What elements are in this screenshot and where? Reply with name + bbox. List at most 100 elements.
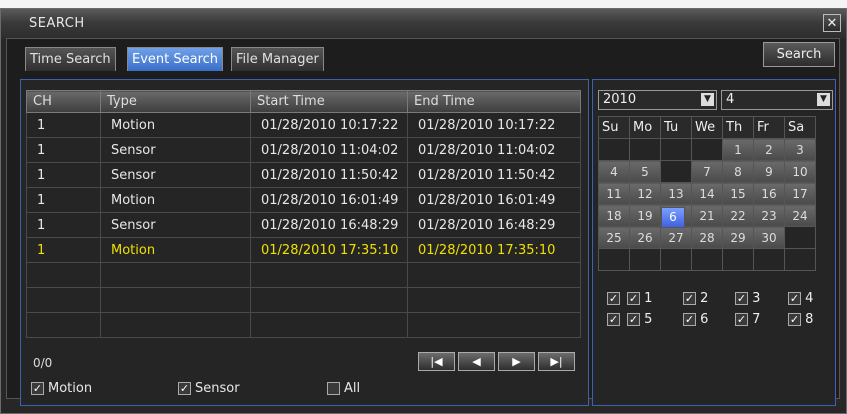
prev-page-button[interactable]: ◀ <box>458 352 495 371</box>
weekday-label: Th <box>722 116 754 139</box>
first-page-button[interactable]: |◀ <box>418 352 455 371</box>
checkbox-icon[interactable]: ✓ <box>178 382 191 395</box>
channel-checkbox-1[interactable]: ✓ 1 <box>627 291 652 306</box>
checkbox-icon[interactable]: ✓ <box>627 292 640 305</box>
month-select[interactable]: 4 ▼ <box>721 90 833 110</box>
column-header[interactable]: End Time <box>407 90 581 113</box>
next-page-icon: ▶ <box>512 355 521 368</box>
calendar-day[interactable]: 29 <box>722 226 754 249</box>
checkbox-icon[interactable]: ✓ <box>607 313 620 326</box>
weekday-label: We <box>691 116 723 139</box>
column-header[interactable]: Start Time <box>250 90 408 113</box>
column-header[interactable]: CH <box>26 90 101 113</box>
calendar-day[interactable]: 4 <box>598 160 630 183</box>
channel-checkbox-4[interactable]: ✓ 4 <box>788 291 813 306</box>
channel-checkbox-2[interactable]: ✓ 2 <box>683 291 708 306</box>
calendar-day[interactable]: 18 <box>598 204 630 227</box>
calendar-day[interactable]: 25 <box>598 226 630 249</box>
calendar-day[interactable]: 7 <box>691 160 723 183</box>
first-page-icon: |◀ <box>430 355 443 368</box>
calendar-day[interactable]: 5 <box>629 160 661 183</box>
table-row[interactable] <box>26 262 581 288</box>
channel-checkbox-3[interactable]: ✓ 3 <box>735 291 760 306</box>
checkbox-icon[interactable]: ✓ <box>627 313 640 326</box>
table-cell: 01/28/2010 11:50:42 <box>250 162 408 188</box>
table-row[interactable]: 1 Sensor 01/28/2010 11:50:42 01/28/2010 11:… <box>26 162 581 188</box>
calendar-day[interactable]: 17 <box>784 182 816 205</box>
channel-group-checkbox[interactable]: ✓ <box>607 291 620 306</box>
channel-checkbox-7[interactable]: ✓ 7 <box>735 312 760 327</box>
checkbox-icon[interactable]: ✓ <box>31 382 44 395</box>
calendar-empty-cell <box>629 138 661 161</box>
calendar-day[interactable]: 15 <box>722 182 754 205</box>
filter-sensor[interactable]: ✓ Sensor <box>178 381 240 396</box>
calendar-day[interactable]: 14 <box>691 182 723 205</box>
calendar-day[interactable]: 22 <box>722 204 754 227</box>
table-row[interactable]: 1 Motion 01/28/2010 16:01:49 01/28/2010 16:… <box>26 187 581 213</box>
close-button[interactable]: ✕ <box>823 14 841 32</box>
table-cell: Motion <box>100 237 251 263</box>
column-header[interactable]: Type <box>100 90 251 113</box>
calendar-empty-cell <box>660 248 692 271</box>
calendar-day[interactable]: 12 <box>629 182 661 205</box>
calendar-day[interactable]: 23 <box>753 204 785 227</box>
table-row[interactable] <box>26 287 581 313</box>
last-page-button[interactable]: ▶| <box>538 352 575 371</box>
tab-event-search[interactable]: Event Search <box>127 47 224 71</box>
checkbox-icon[interactable]: ✓ <box>683 313 696 326</box>
tab-file-manager[interactable]: File Manager <box>231 47 324 71</box>
calendar-day[interactable]: 11 <box>598 182 630 205</box>
calendar-week: 25 26 27 28 29 30 <box>598 226 816 249</box>
prev-page-icon: ◀ <box>472 355 481 368</box>
calendar-day[interactable]: 28 <box>691 226 723 249</box>
channel-checkbox-8[interactable]: ✓ 8 <box>788 312 813 327</box>
calendar-day[interactable]: 2 <box>753 138 785 161</box>
calendar-day[interactable]: 6 <box>661 206 685 228</box>
channel-label: 7 <box>752 312 761 327</box>
checkbox-icon[interactable]: ✓ <box>788 292 801 305</box>
checkbox-icon[interactable]: ✓ <box>788 313 801 326</box>
table-row[interactable]: 1 Sensor 01/28/2010 11:04:02 01/28/2010 11:… <box>26 137 581 163</box>
calendar-day[interactable]: 10 <box>784 160 816 183</box>
year-select[interactable]: 2010 ▼ <box>598 90 717 110</box>
calendar-day[interactable]: 24 <box>784 204 816 227</box>
table-cell: 01/28/2010 10:17:22 <box>407 112 581 138</box>
table-cell: 01/28/2010 10:17:22 <box>250 112 408 138</box>
calendar-day[interactable]: 9 <box>753 160 785 183</box>
table-row[interactable]: 1 Motion 01/28/2010 10:17:22 01/28/2010 10:… <box>26 112 581 138</box>
table-cell: 1 <box>26 112 101 138</box>
table-header: CH Type Start Time End Time <box>26 90 581 113</box>
filter-all[interactable]: All <box>327 381 360 396</box>
calendar-day[interactable]: 21 <box>691 204 723 227</box>
year-value: 2010 <box>603 92 637 107</box>
calendar-day[interactable]: 16 <box>753 182 785 205</box>
channel-checkbox-6[interactable]: ✓ 6 <box>683 312 708 327</box>
calendar-day[interactable]: 3 <box>784 138 816 161</box>
table-cell: 1 <box>26 237 101 263</box>
calendar-week <box>598 248 816 271</box>
checkbox-icon[interactable]: ✓ <box>683 292 696 305</box>
calendar-day[interactable]: 1 <box>722 138 754 161</box>
table-row[interactable]: 1 Sensor 01/28/2010 16:48:29 01/28/2010 16:… <box>26 212 581 238</box>
tab-time-search[interactable]: Time Search <box>25 47 116 71</box>
table-row[interactable] <box>26 312 581 338</box>
weekday-label: Fr <box>753 116 785 139</box>
calendar-day[interactable]: 19 <box>629 204 661 227</box>
checkbox-icon[interactable] <box>327 382 340 395</box>
table-cell: 1 <box>26 212 101 238</box>
channel-checkbox-5[interactable]: ✓ 5 <box>627 312 652 327</box>
filter-motion[interactable]: ✓ Motion <box>31 381 92 396</box>
checkbox-icon[interactable]: ✓ <box>735 313 748 326</box>
checkbox-icon[interactable]: ✓ <box>735 292 748 305</box>
calendar-day[interactable]: 27 <box>660 226 692 249</box>
next-page-button[interactable]: ▶ <box>498 352 535 371</box>
search-button[interactable]: Search <box>763 42 835 67</box>
table-row[interactable]: 1 Motion 01/28/2010 17:35:10 01/28/2010 17:… <box>26 237 581 263</box>
table-cell: 01/28/2010 11:50:42 <box>407 162 581 188</box>
calendar-day[interactable]: 13 <box>660 182 692 205</box>
calendar-day[interactable]: 30 <box>753 226 785 249</box>
channel-group-checkbox[interactable]: ✓ <box>607 312 620 327</box>
checkbox-icon[interactable]: ✓ <box>607 292 620 305</box>
calendar-day[interactable]: 26 <box>629 226 661 249</box>
calendar-day[interactable]: 8 <box>722 160 754 183</box>
